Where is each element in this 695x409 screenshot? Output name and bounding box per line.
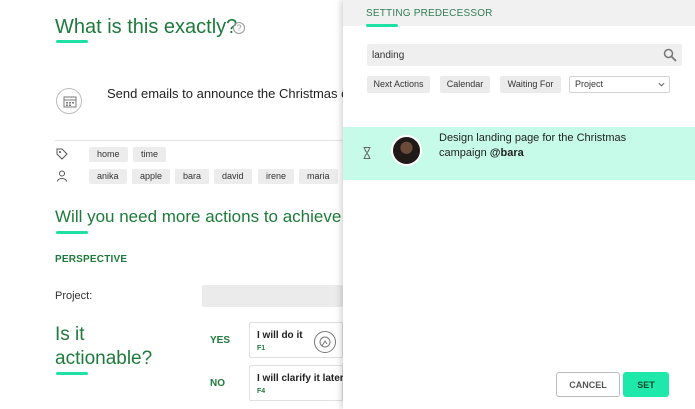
title-underline: [56, 40, 88, 43]
result-title: Design landing page for the Christmas: [439, 132, 627, 144]
cancel-button[interactable]: CANCEL: [556, 372, 620, 397]
more-actions-heading: Will you need more actions to achieve t: [55, 207, 351, 226]
person-chip[interactable]: apple: [132, 169, 171, 184]
tag-icon: [56, 148, 68, 160]
clarify-later-option[interactable]: I will clarify it later F4: [249, 365, 344, 401]
do-it-icon: [314, 331, 336, 353]
person-icon: [57, 170, 67, 182]
avatar: [391, 135, 422, 166]
person-chip[interactable]: maria: [299, 169, 338, 184]
panel-title: SETTING PREDECESSOR: [366, 8, 493, 19]
yes-label: YES: [210, 335, 231, 346]
tag-chip[interactable]: home: [89, 147, 128, 162]
actionable-underline: [56, 372, 88, 375]
person-chip[interactable]: irene: [258, 169, 295, 184]
person-chip[interactable]: david: [214, 169, 252, 184]
project-label: Project:: [55, 290, 93, 302]
chevron-down-icon: [658, 82, 665, 87]
do-it-option[interactable]: I will do it F1: [249, 322, 343, 358]
do-it-shortcut: F1: [257, 345, 266, 352]
person-chip[interactable]: bara: [175, 169, 210, 184]
filter-next-actions[interactable]: Next Actions: [367, 76, 430, 93]
calendar-glyph: [63, 96, 77, 108]
clarify-later-title: I will clarify it later: [257, 373, 344, 384]
hourglass-icon: [363, 147, 371, 159]
actionable-heading-line2: actionable?: [55, 348, 153, 369]
result-row[interactable]: Design landing page for the Christmas ca…: [343, 127, 695, 180]
project-field[interactable]: [202, 285, 343, 307]
person-chip[interactable]: anika: [89, 169, 127, 184]
predecessor-panel: SETTING PREDECESSOR Next Actions Calenda…: [343, 0, 695, 409]
divider: [55, 140, 343, 141]
page-title: What is this exactly?: [55, 16, 238, 38]
no-label: NO: [210, 378, 225, 389]
filter-waiting-for[interactable]: Waiting For: [500, 76, 561, 93]
perspective-label: PERSPECTIVE: [55, 254, 128, 265]
task-description[interactable]: Send emails to announce the Christmas c: [107, 86, 348, 101]
tag-chip[interactable]: time: [133, 147, 167, 162]
panel-title-underline: [366, 24, 398, 27]
project-select[interactable]: Project: [569, 76, 670, 93]
set-button[interactable]: SET: [623, 372, 669, 397]
actionable-heading-line1: Is it: [55, 324, 85, 345]
question-circle-icon[interactable]: ?: [233, 22, 245, 34]
section-underline: [56, 231, 88, 234]
do-it-title: I will do it: [257, 330, 303, 341]
result-title-line2: campaign @bara: [439, 147, 524, 159]
search-input[interactable]: [367, 44, 657, 66]
calendar-icon[interactable]: [56, 88, 82, 114]
filter-calendar[interactable]: Calendar: [440, 76, 490, 93]
clarify-later-shortcut: F4: [257, 388, 266, 395]
result-title-text: campaign: [439, 147, 487, 159]
search-box: [367, 44, 682, 66]
result-mention: @bara: [489, 147, 524, 159]
project-select-value: Project: [575, 79, 604, 89]
panel-header: SETTING PREDECESSOR: [343, 0, 695, 26]
search-icon[interactable]: [663, 48, 677, 62]
